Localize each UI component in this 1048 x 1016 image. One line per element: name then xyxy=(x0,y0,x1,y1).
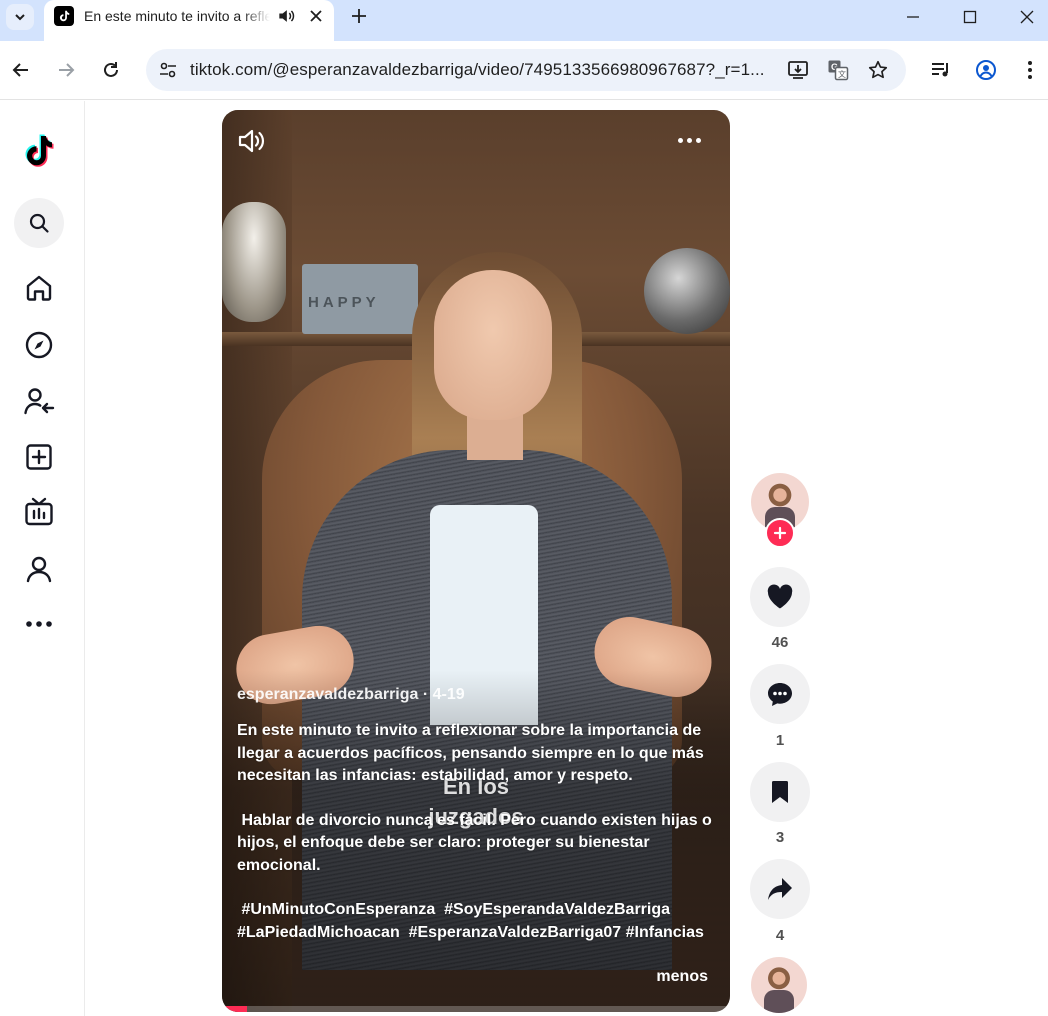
maximize-button[interactable] xyxy=(947,0,993,34)
install-app-button[interactable] xyxy=(786,58,810,82)
close-icon xyxy=(310,10,322,22)
back-button[interactable] xyxy=(6,55,36,85)
window-close-button[interactable] xyxy=(1004,0,1048,34)
video-frame-person-face xyxy=(434,270,552,420)
minimize-button[interactable] xyxy=(890,0,936,34)
video-hashtags[interactable]: #UnMinutoConEsperanza #SoyEsperandaValde… xyxy=(237,899,722,944)
video-description-paragraph: Hablar de divorcio nunca es fácil. Pero … xyxy=(237,811,717,874)
video-description-paragraph: En este minuto te invito a reflexionar s… xyxy=(237,722,704,784)
follow-button[interactable] xyxy=(765,518,795,548)
volume-icon xyxy=(238,129,264,153)
comment-count: 1 xyxy=(775,732,785,749)
sidebar-item-profile[interactable] xyxy=(14,544,64,594)
video-progress-track[interactable] xyxy=(222,1006,730,1012)
address-bar[interactable]: tiktok.com/@esperanzavaldezbarriga/video… xyxy=(146,49,906,91)
sidebar-search-button[interactable] xyxy=(14,198,64,248)
video-player[interactable]: HAPPY En los juzgados esperanzavaldezbar… xyxy=(222,110,730,1012)
video-description: En este minuto te invito a reflexionar s… xyxy=(237,720,722,944)
sidebar-item-explore[interactable] xyxy=(14,320,64,370)
heart-icon xyxy=(767,584,793,609)
plus-icon xyxy=(352,9,366,23)
profile-icon xyxy=(26,556,52,583)
video-volume-button[interactable] xyxy=(236,126,266,156)
svg-text:文: 文 xyxy=(838,69,846,79)
video-frame-happy-sign: HAPPY xyxy=(308,294,380,311)
arrow-left-icon xyxy=(12,63,28,77)
video-author-separator: · xyxy=(422,686,429,703)
search-icon xyxy=(29,213,49,233)
tiktok-favicon-icon xyxy=(54,6,74,26)
comment-icon xyxy=(768,683,792,706)
tiktok-logo[interactable] xyxy=(14,126,64,176)
video-date: 4-19 xyxy=(432,686,465,703)
plus-icon xyxy=(773,526,787,540)
save-count: 3 xyxy=(775,829,785,846)
reload-button[interactable] xyxy=(96,55,126,85)
like-count: 46 xyxy=(771,634,789,651)
video-progress-fill xyxy=(222,1006,248,1012)
sidebar-item-following[interactable] xyxy=(14,376,64,426)
sidebar-item-live[interactable] xyxy=(14,487,64,537)
tiktok-logo-icon xyxy=(25,134,54,167)
active-tab[interactable]: En este minuto te invito a reflexionar s… xyxy=(44,0,334,41)
close-icon xyxy=(1020,10,1034,24)
sidebar-item-upload[interactable] xyxy=(14,432,64,482)
translate-button[interactable]: G文 xyxy=(826,58,850,82)
tab-close-button[interactable] xyxy=(306,6,326,26)
account-icon xyxy=(976,60,996,80)
video-author-line[interactable]: esperanzavaldezbarriga · 4-19 xyxy=(237,686,465,704)
sound-avatar[interactable] xyxy=(751,957,807,1013)
following-icon xyxy=(24,388,55,415)
compass-icon xyxy=(25,331,53,359)
install-icon xyxy=(788,61,808,79)
video-more-options-button[interactable] xyxy=(678,130,710,150)
video-frame-eagle-statue xyxy=(222,202,286,322)
tab-search-button[interactable] xyxy=(6,4,34,30)
bookmark-star-button[interactable] xyxy=(866,58,890,82)
share-count: 4 xyxy=(775,927,785,944)
home-icon xyxy=(26,275,52,301)
translate-icon: G文 xyxy=(828,60,849,81)
new-tab-button[interactable] xyxy=(348,5,370,27)
browser-toolbar: tiktok.com/@esperanzavaldezbarriga/video… xyxy=(0,41,1048,100)
dot-icon xyxy=(687,137,692,143)
tiktok-sidebar xyxy=(0,101,85,1016)
sidebar-item-home[interactable] xyxy=(14,263,64,313)
more-icon xyxy=(26,621,52,627)
video-frame-metal-sphere xyxy=(644,248,730,334)
save-button[interactable] xyxy=(750,762,810,822)
star-icon xyxy=(868,60,888,79)
maximize-icon xyxy=(963,10,977,24)
chevron-down-icon xyxy=(15,14,25,21)
see-less-button[interactable]: menos xyxy=(656,968,708,986)
tune-icon xyxy=(160,62,176,78)
kebab-menu-icon xyxy=(1028,61,1032,79)
forward-button[interactable] xyxy=(51,55,81,85)
sidebar-item-more[interactable] xyxy=(14,599,64,649)
playlist-icon xyxy=(932,63,948,77)
share-button[interactable] xyxy=(750,859,810,919)
media-control-button[interactable] xyxy=(926,55,956,85)
tab-audio-icon[interactable] xyxy=(276,6,296,26)
video-author-name[interactable]: esperanzavaldezbarriga xyxy=(237,686,418,703)
share-icon xyxy=(768,878,792,900)
upload-plus-icon xyxy=(26,444,52,470)
bookmark-icon xyxy=(772,781,788,803)
dot-icon xyxy=(696,137,701,143)
live-tv-icon xyxy=(25,497,53,526)
comment-button[interactable] xyxy=(750,664,810,724)
site-info-button[interactable] xyxy=(154,56,182,84)
like-button[interactable] xyxy=(750,567,810,627)
reload-icon xyxy=(104,62,118,77)
browser-tab-strip: En este minuto te invito a reflexionar s… xyxy=(0,0,1048,41)
dot-icon xyxy=(678,137,683,143)
minimize-icon xyxy=(907,16,919,18)
profile-button[interactable] xyxy=(971,55,1001,85)
tab-title: En este minuto te invito a reflexionar s… xyxy=(84,8,270,24)
chrome-menu-button[interactable] xyxy=(1015,55,1045,85)
url-text[interactable]: tiktok.com/@esperanzavaldezbarriga/video… xyxy=(190,60,770,80)
arrow-right-icon xyxy=(59,63,75,77)
